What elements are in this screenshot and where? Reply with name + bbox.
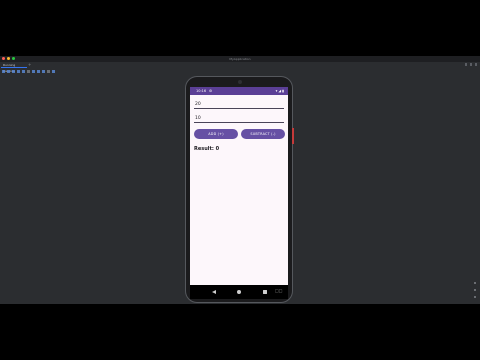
- zoom-controls: [474, 282, 476, 298]
- status-time: 10:16: [196, 89, 207, 93]
- volume-up-icon[interactable]: [7, 70, 10, 73]
- fit-screen-icon[interactable]: [474, 296, 476, 298]
- overview-icon[interactable]: [37, 70, 40, 73]
- back-icon[interactable]: [212, 290, 216, 294]
- navigation-bar: □□: [190, 285, 288, 299]
- gear-icon: ⚙: [209, 89, 213, 93]
- second-number-input[interactable]: 10: [194, 114, 284, 123]
- device-toolbar: [2, 69, 55, 74]
- tab-running-devices[interactable]: Running Devices: [1, 62, 27, 73]
- rotate-left-icon[interactable]: [17, 70, 20, 73]
- phone-screen: 10:16 ⚙ ▾ ◢ ▮ 20 10 ADD (+) SUBTRACT (-)…: [190, 87, 288, 299]
- first-number-input[interactable]: 20: [194, 100, 284, 109]
- camera-icon: [238, 80, 242, 84]
- battery-icon: ▮: [282, 89, 284, 93]
- add-button[interactable]: ADD (+): [194, 129, 238, 139]
- add-tab-button[interactable]: +: [28, 62, 31, 68]
- recent-apps-icon[interactable]: [263, 290, 267, 294]
- result-text: Result: 0: [194, 146, 220, 152]
- more-icon[interactable]: [470, 63, 472, 66]
- record-icon[interactable]: [47, 70, 50, 73]
- screenshot-icon[interactable]: [42, 70, 45, 73]
- ide-right-tools: [465, 63, 477, 66]
- status-icons: ▾ ◢ ▮: [276, 87, 284, 95]
- settings-icon[interactable]: [465, 63, 467, 66]
- status-bar: 10:16 ⚙ ▾ ◢ ▮: [190, 87, 288, 95]
- rotate-right-icon[interactable]: [22, 70, 25, 73]
- power-icon[interactable]: [2, 70, 5, 73]
- home-icon[interactable]: [237, 290, 241, 294]
- wifi-icon: ▾: [275, 89, 278, 93]
- zoom-in-icon[interactable]: [474, 282, 476, 284]
- zoom-out-icon[interactable]: [474, 289, 476, 291]
- subtract-button[interactable]: SUBTRACT (-): [241, 129, 285, 139]
- back-icon[interactable]: [27, 70, 30, 73]
- signal-icon: ◢: [278, 89, 282, 93]
- volume-down-icon[interactable]: [12, 70, 15, 73]
- power-button[interactable]: [292, 128, 294, 144]
- more-actions-icon[interactable]: [52, 70, 55, 73]
- minimize-panel-icon[interactable]: [475, 63, 477, 66]
- home-icon[interactable]: [32, 70, 35, 73]
- extra-nav-icon[interactable]: □□: [275, 288, 283, 293]
- ide-tabbar: Running Devices +: [0, 62, 480, 73]
